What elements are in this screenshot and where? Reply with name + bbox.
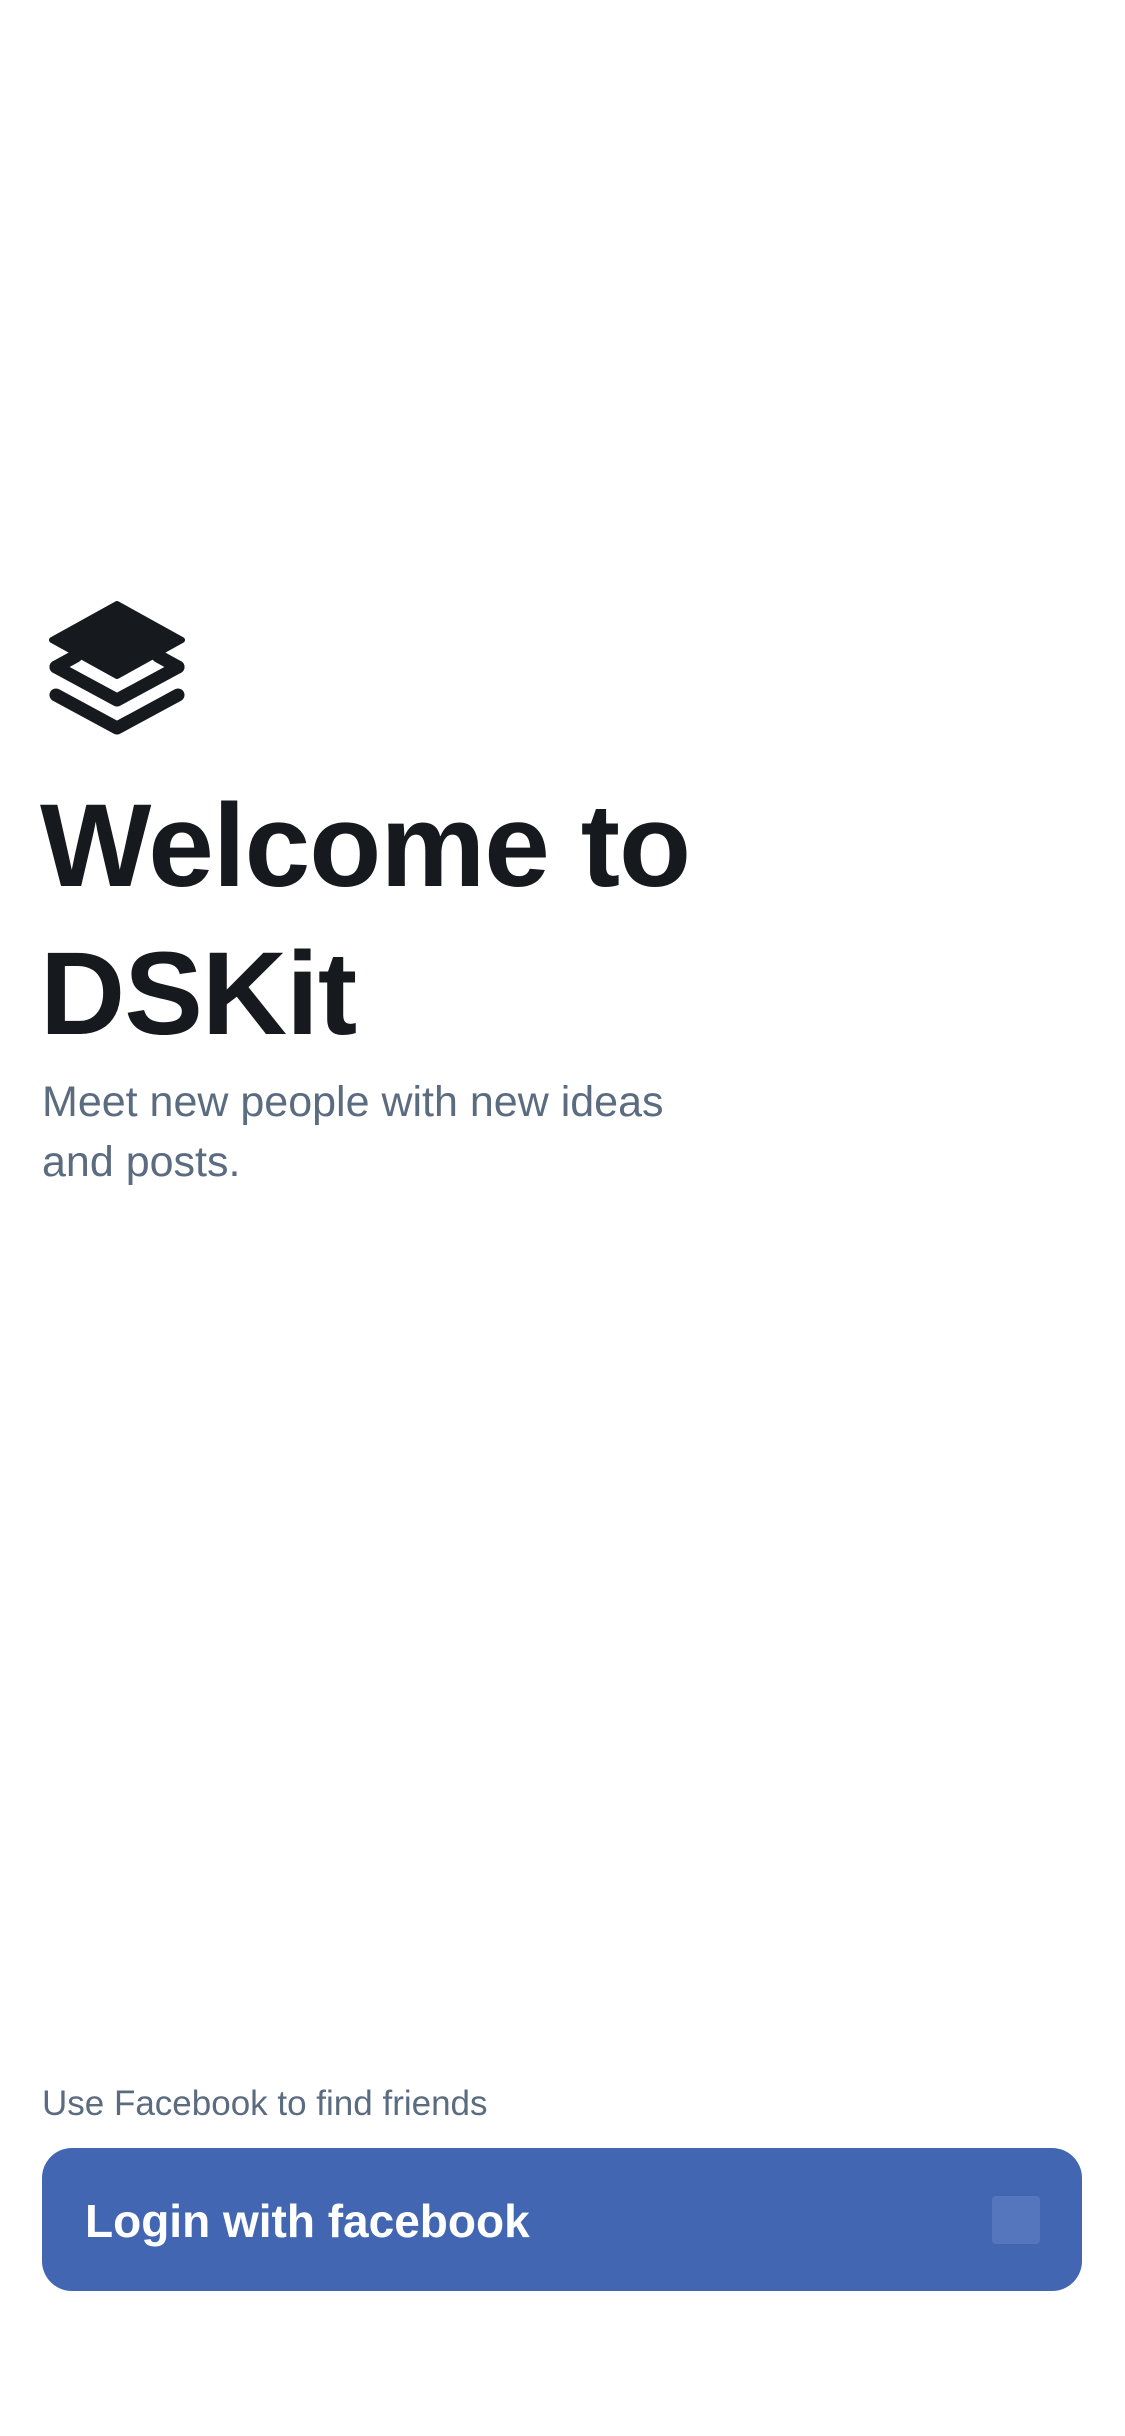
page-title: Welcome to DSKit bbox=[40, 772, 1040, 1068]
layers-icon bbox=[46, 596, 188, 748]
login-button-label: Login with facebook bbox=[85, 2195, 530, 2248]
login-hint: Use Facebook to find friends bbox=[42, 2084, 488, 2123]
login-with-facebook-button[interactable]: Login with facebook bbox=[42, 2148, 1082, 2291]
title-line-1: Welcome to bbox=[40, 780, 691, 912]
title-line-2: DSKit bbox=[40, 928, 357, 1060]
facebook-icon bbox=[992, 2196, 1040, 2244]
subtitle: Meet new people with new ideas and posts… bbox=[42, 1078, 664, 1186]
